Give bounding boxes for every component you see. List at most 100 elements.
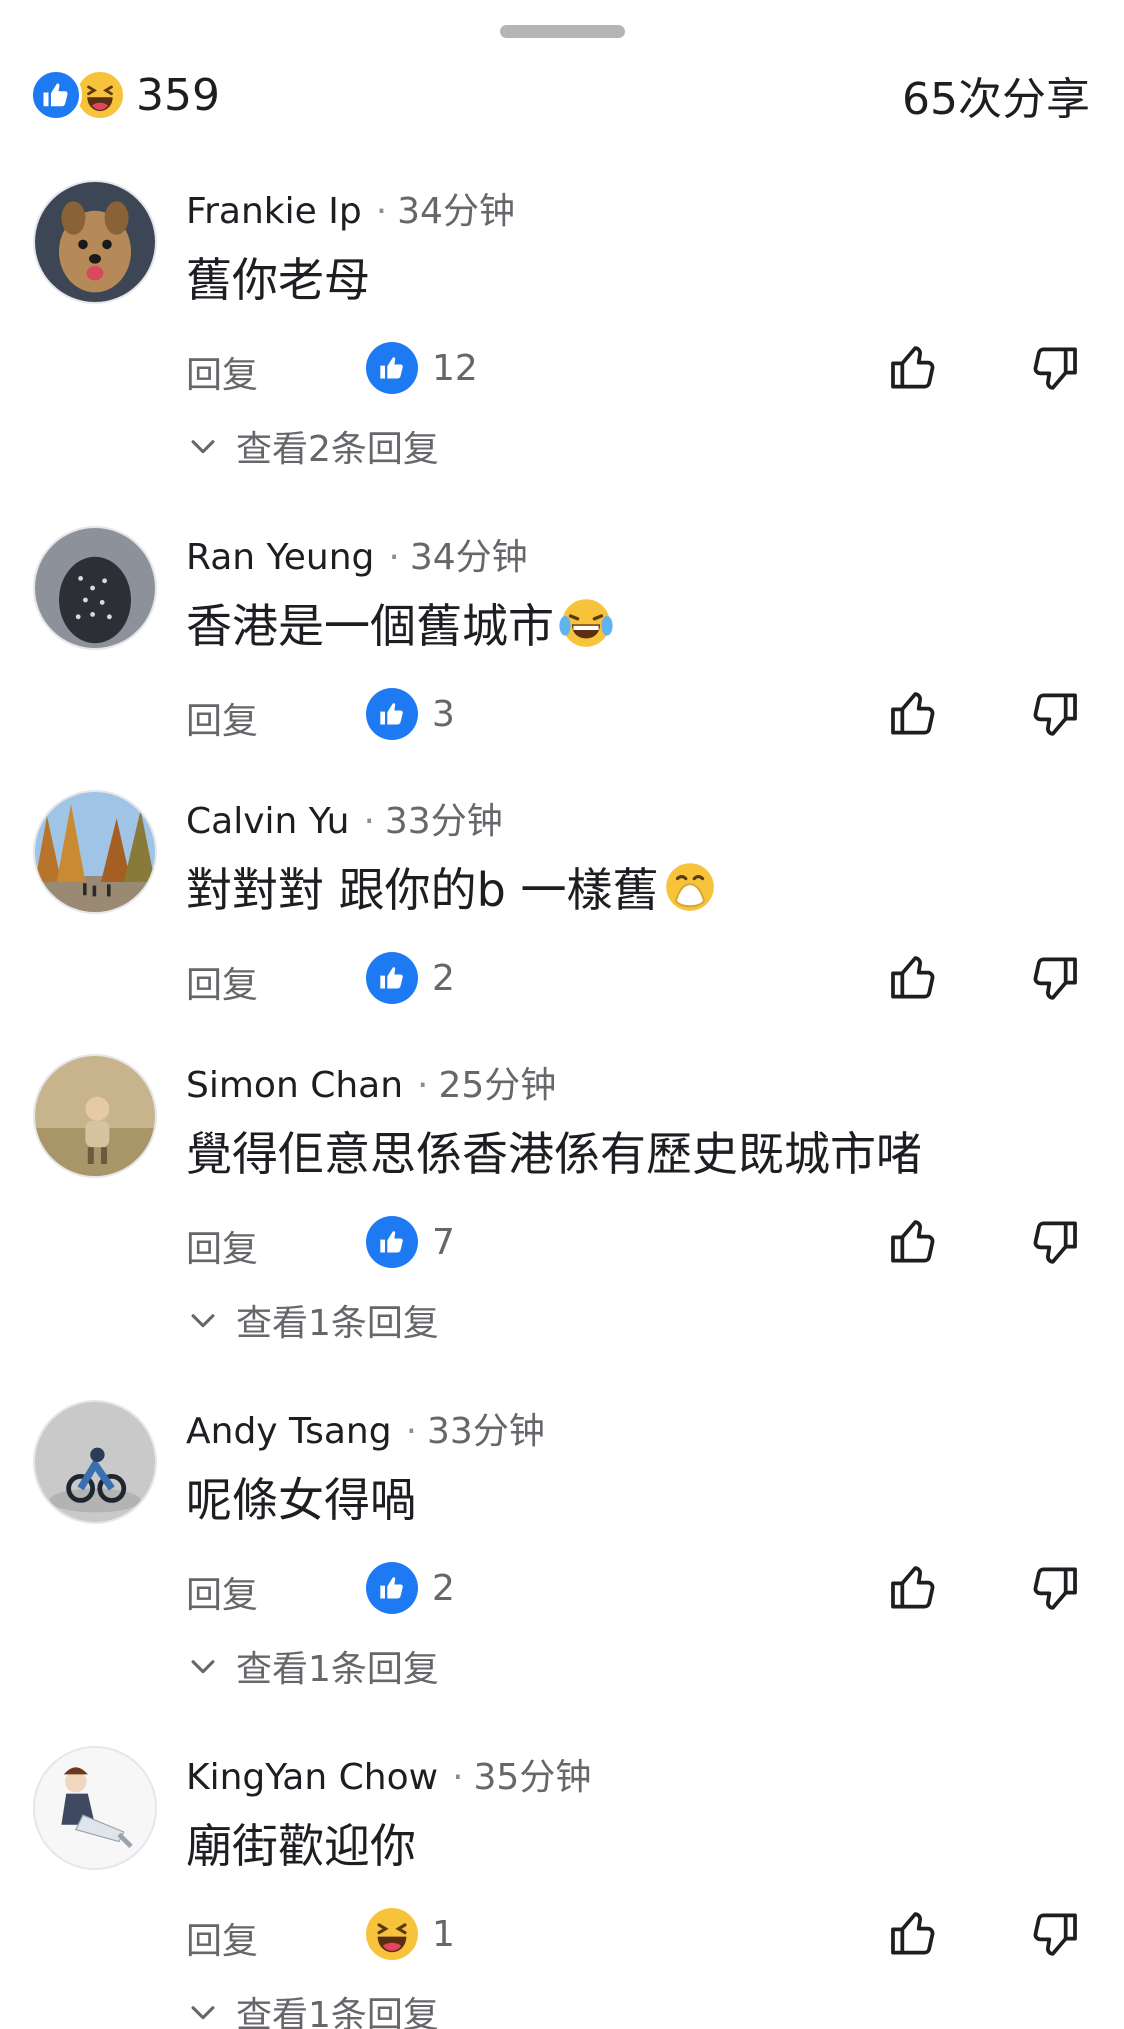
comment-text: 呢條女得喎 <box>186 1464 416 1530</box>
comment-author[interactable]: KingYan Chow <box>186 1757 438 1798</box>
view-replies-label: 查看1条回复 <box>236 1649 439 1690</box>
reply-button[interactable]: 回复 <box>186 692 258 744</box>
hand-over-mouth-emoji <box>662 859 718 915</box>
reaction-count: 3 <box>432 693 455 735</box>
view-replies-link[interactable]: 查看1条回复 <box>186 1294 439 1346</box>
like-icon <box>366 1562 418 1614</box>
comment-item: Simon Chan · 25分钟 覺得佢意思係香港係有歷史既城市啫 回复 7 … <box>0 1054 1124 1354</box>
comment-author[interactable]: Simon Chan <box>186 1065 403 1106</box>
thumbs-down-icon[interactable] <box>1026 1560 1082 1616</box>
reaction-count: 2 <box>432 957 455 999</box>
haha-icon <box>366 1908 418 1960</box>
reaction-badge[interactable]: 3 <box>366 688 455 740</box>
view-replies-link[interactable]: 查看1条回复 <box>186 1986 439 2029</box>
comment-header: Frankie Ip · 34分钟 <box>186 182 515 234</box>
reaction-summary[interactable]: 359 <box>30 69 220 121</box>
chevron-down-icon <box>191 440 215 454</box>
avatar[interactable] <box>33 1054 157 1178</box>
separator-dot: · <box>405 1411 418 1452</box>
reply-button[interactable]: 回复 <box>186 956 258 1008</box>
separator-dot: · <box>375 191 388 232</box>
reaction-count: 359 <box>136 69 220 121</box>
comment-actions: 回复 12 <box>186 338 1086 398</box>
reply-button[interactable]: 回复 <box>186 1912 258 1964</box>
sheet-drag-handle[interactable] <box>500 25 625 38</box>
comment-text-content: 舊你老母 <box>186 253 370 307</box>
reaction-badge[interactable]: 2 <box>366 1562 455 1614</box>
comment-time[interactable]: 33分钟 <box>385 792 503 844</box>
view-replies-link[interactable]: 查看2条回复 <box>186 420 439 472</box>
comment-time[interactable]: 35分钟 <box>474 1748 592 1800</box>
thumbs-down-icon[interactable] <box>1026 950 1082 1006</box>
avatar[interactable] <box>33 526 157 650</box>
comment-author[interactable]: Calvin Yu <box>186 801 349 842</box>
reaction-count: 1 <box>432 1913 455 1955</box>
comment-text: 香港是一個舊城市 <box>186 590 614 656</box>
thumbs-down-icon[interactable] <box>1026 340 1082 396</box>
comment-actions: 回复 2 <box>186 1558 1086 1618</box>
avatar[interactable] <box>33 1400 157 1524</box>
avatar[interactable] <box>33 1746 157 1870</box>
comment-header: Ran Yeung · 34分钟 <box>186 528 528 580</box>
thumbs-up-icon[interactable] <box>886 1214 942 1270</box>
comment-text-content: 對對對 跟你的b 一樣舊 <box>186 863 659 917</box>
view-replies-label: 查看1条回复 <box>236 1995 439 2029</box>
comment-actions: 回复 7 <box>186 1212 1086 1272</box>
chevron-down-icon <box>191 1660 215 1674</box>
comment-time[interactable]: 34分钟 <box>410 528 528 580</box>
chevron-down-icon <box>191 1314 215 1328</box>
comment-header: Calvin Yu · 33分钟 <box>186 792 503 844</box>
reaction-badge[interactable]: 2 <box>366 952 455 1004</box>
comment-author[interactable]: Andy Tsang <box>186 1411 392 1452</box>
comment-text: 覺得佢意思係香港係有歷史既城市啫 <box>186 1118 922 1184</box>
reaction-badge[interactable]: 7 <box>366 1216 455 1268</box>
comment-header: Andy Tsang · 33分钟 <box>186 1402 545 1454</box>
avatar[interactable] <box>33 180 157 304</box>
comment-author[interactable]: Frankie Ip <box>186 191 362 232</box>
reaction-count: 12 <box>432 347 478 389</box>
reactions-header: 359 65次分享 <box>30 64 1090 126</box>
reaction-badge[interactable]: 12 <box>366 342 478 394</box>
comment-item: Calvin Yu · 33分钟 對對對 跟你的b 一樣舊 回复 2 <box>0 790 1124 1020</box>
comment-time[interactable]: 33分钟 <box>427 1402 545 1454</box>
thumbs-down-icon[interactable] <box>1026 1906 1082 1962</box>
separator-dot: · <box>417 1065 429 1106</box>
comment-author[interactable]: Ran Yeung <box>186 537 374 578</box>
separator-dot: · <box>388 537 400 578</box>
comment-time[interactable]: 25分钟 <box>439 1056 557 1108</box>
comment-header: KingYan Chow · 35分钟 <box>186 1748 591 1800</box>
thumbs-up-icon[interactable] <box>886 1906 942 1962</box>
like-icon <box>366 952 418 1004</box>
reply-button[interactable]: 回复 <box>186 1566 258 1618</box>
comment-actions: 回复 2 <box>186 948 1086 1008</box>
comment-text-content: 呢條女得喎 <box>186 1473 416 1527</box>
view-replies-label: 查看2条回复 <box>236 429 439 470</box>
comment-item: KingYan Chow · 35分钟 廟街歡迎你 回复 1 查看1条回复 <box>0 1746 1124 2029</box>
thumbs-up-icon[interactable] <box>886 686 942 742</box>
comment-item: Frankie Ip · 34分钟 舊你老母 回复 12 查看2条回复 <box>0 180 1124 480</box>
thumbs-up-icon[interactable] <box>886 340 942 396</box>
comment-actions: 回复 3 <box>186 684 1086 744</box>
thumbs-up-icon[interactable] <box>886 950 942 1006</box>
thumbs-up-icon[interactable] <box>886 1560 942 1616</box>
comment-actions: 回复 1 <box>186 1904 1086 1964</box>
reaction-count: 2 <box>432 1567 455 1609</box>
comment-item: Andy Tsang · 33分钟 呢條女得喎 回复 2 查看1条回复 <box>0 1400 1124 1700</box>
reply-button[interactable]: 回复 <box>186 1220 258 1272</box>
view-replies-link[interactable]: 查看1条回复 <box>186 1640 439 1692</box>
tears-of-joy-emoji <box>558 595 614 651</box>
avatar[interactable] <box>33 790 157 914</box>
like-icon <box>30 69 82 121</box>
comment-item: Ran Yeung · 34分钟 香港是一個舊城市 回复 3 <box>0 526 1124 756</box>
like-icon <box>366 342 418 394</box>
comment-time[interactable]: 34分钟 <box>397 182 515 234</box>
reply-button[interactable]: 回复 <box>186 346 258 398</box>
comment-text-content: 覺得佢意思係香港係有歷史既城市啫 <box>186 1127 922 1181</box>
separator-dot: · <box>363 801 375 842</box>
comment-text: 廟街歡迎你 <box>186 1810 416 1876</box>
share-count[interactable]: 65次分享 <box>902 63 1090 127</box>
reaction-badge[interactable]: 1 <box>366 1908 455 1960</box>
comment-text-content: 廟街歡迎你 <box>186 1819 416 1873</box>
thumbs-down-icon[interactable] <box>1026 1214 1082 1270</box>
thumbs-down-icon[interactable] <box>1026 686 1082 742</box>
